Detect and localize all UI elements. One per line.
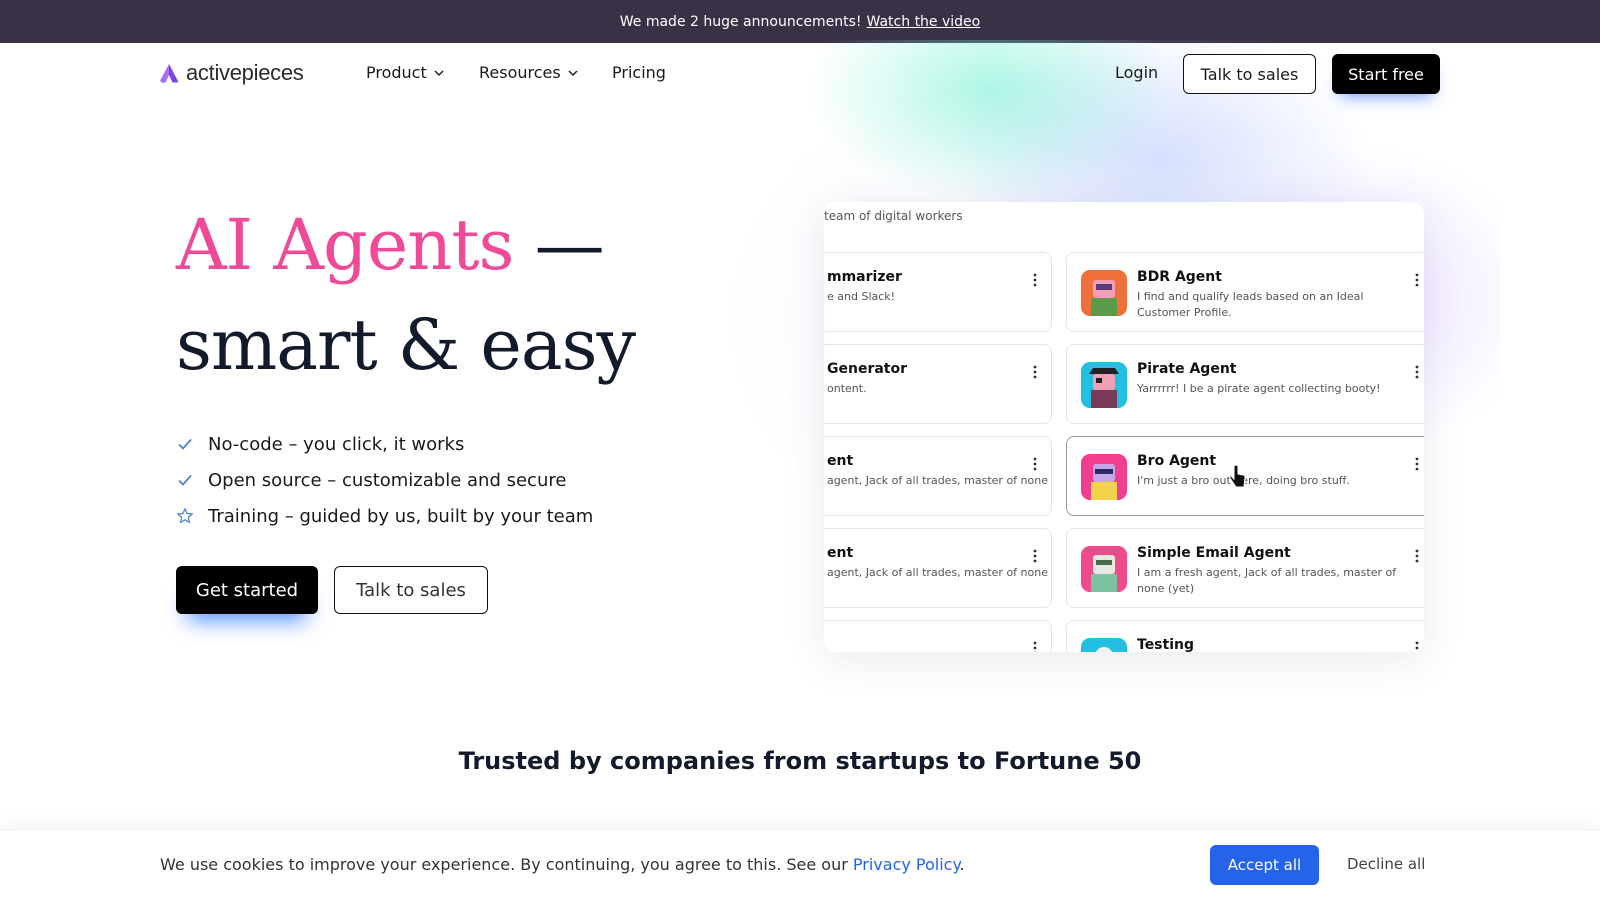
nav-pricing[interactable]: Pricing	[612, 63, 666, 82]
more-options-icon[interactable]	[1033, 364, 1037, 380]
agent-avatar	[1081, 454, 1127, 500]
nav-resources-label: Resources	[479, 63, 561, 82]
agent-description: I am a fresh agent, Jack of all trades, …	[1137, 566, 1397, 595]
agent-card-simple-email[interactable]: Simple Email Agent I am a fresh agent, J…	[1066, 528, 1424, 608]
announcement-text: We made 2 huge announcements!	[619, 13, 862, 30]
more-options-icon[interactable]	[1033, 272, 1037, 288]
more-options-icon[interactable]	[1415, 548, 1419, 564]
agent-name: Testing	[1137, 637, 1194, 652]
agent-name: Pirate Agent	[1137, 361, 1237, 377]
chevron-down-icon	[568, 69, 578, 76]
more-options-icon[interactable]	[1415, 640, 1419, 652]
nav-pricing-label: Pricing	[612, 63, 666, 82]
pirate-avatar-icon	[1081, 362, 1127, 408]
hero-title-highlight: AI Agents	[176, 204, 514, 286]
talk-to-sales-hero-button[interactable]: Talk to sales	[334, 566, 488, 614]
accept-all-button[interactable]: Accept all	[1210, 845, 1319, 885]
more-options-icon[interactable]	[1415, 456, 1419, 472]
check-icon	[178, 474, 192, 486]
agent-card[interactable]: Generator ontent.	[824, 344, 1052, 424]
hero-title-line2: smart & easy	[176, 304, 636, 386]
feature-item: Open source – customizable and secure	[176, 462, 593, 498]
agents-column-right: BDR Agent I find and qualify leads based…	[1066, 252, 1424, 652]
hero-title-dash: —	[513, 204, 605, 286]
agent-name: ent	[827, 453, 854, 469]
agent-description: ontent.	[827, 382, 867, 395]
agent-description: I find and qualify leads based on an Ide…	[1137, 290, 1364, 319]
agent-card[interactable]: mmarizer e and Slack!	[824, 252, 1052, 332]
agent-card[interactable]: ent agent, Jack of all trades, master of…	[824, 436, 1052, 516]
more-options-icon[interactable]	[1415, 272, 1419, 288]
agent-name: BDR Agent	[1137, 269, 1222, 285]
cookie-text: We use cookies to improve your experienc…	[160, 855, 965, 874]
agent-name: Bro Agent	[1137, 453, 1217, 469]
star-outline-icon	[176, 507, 194, 524]
feature-item: Training – guided by us, built by your t…	[176, 498, 593, 534]
feature-text: No-code – you click, it works	[208, 433, 465, 455]
agents-panel: team of digital workers mmarizer e and S…	[824, 202, 1424, 652]
agent-avatar	[1081, 270, 1127, 316]
check-icon	[178, 438, 192, 450]
bro-avatar-icon	[1081, 454, 1127, 500]
agent-name: Generator	[827, 361, 908, 377]
privacy-policy-link[interactable]: Privacy Policy	[853, 855, 960, 874]
more-options-icon[interactable]	[1033, 456, 1037, 472]
agent-card-bdr[interactable]: BDR Agent I find and qualify leads based…	[1066, 252, 1424, 332]
agent-description: agent, Jack of all trades, master of non…	[827, 474, 1048, 487]
nav-resources[interactable]: Resources	[479, 63, 579, 82]
talk-to-sales-nav-button[interactable]: Talk to sales	[1183, 54, 1316, 94]
agent-avatar	[1081, 546, 1127, 592]
get-started-button[interactable]: Get started	[176, 566, 318, 614]
top-nav: activepieces Product Resources Pricing L…	[0, 43, 1600, 105]
more-options-icon[interactable]	[1415, 364, 1419, 380]
agent-description: Yarrrrrr! I be a pirate agent collecting…	[1137, 382, 1381, 395]
nav-product-label: Product	[366, 63, 427, 82]
activepieces-logo-icon	[160, 64, 179, 83]
testing-avatar-icon	[1081, 638, 1127, 652]
logo-text: activepieces	[186, 60, 304, 85]
agent-description: agent, Jack of all trades, master of non…	[827, 566, 1048, 579]
cookie-banner: We use cookies to improve your experienc…	[0, 829, 1600, 900]
agent-name: Simple Email Agent	[1137, 545, 1291, 561]
feature-text: Open source – customizable and secure	[208, 469, 567, 491]
agent-card-pirate[interactable]: Pirate Agent Yarrrrrr! I be a pirate age…	[1066, 344, 1424, 424]
start-free-button[interactable]: Start free	[1332, 54, 1440, 94]
agent-name: mmarizer	[827, 269, 902, 285]
agent-card[interactable]	[824, 620, 1052, 652]
feature-list: No-code – you click, it works Open sourc…	[176, 426, 593, 534]
watch-video-link[interactable]: Watch the video	[867, 14, 981, 30]
more-options-icon[interactable]	[1033, 548, 1037, 564]
announcement-bar: We made 2 huge announcements! Watch the …	[0, 0, 1600, 43]
more-options-icon[interactable]	[1033, 640, 1037, 652]
hero-title: AI Agents — smart & easy	[176, 195, 636, 395]
panel-subtitle: team of digital workers	[824, 209, 963, 223]
agent-name: ent	[827, 545, 854, 561]
agents-column-left: mmarizer e and Slack! Generator ontent. …	[824, 252, 1052, 652]
login-link[interactable]: Login	[1115, 63, 1158, 82]
robot-avatar-icon	[1081, 270, 1127, 316]
decline-all-button[interactable]: Decline all	[1347, 855, 1425, 873]
cookie-message: We use cookies to improve your experienc…	[160, 855, 848, 874]
trusted-heading: Trusted by companies from startups to Fo…	[458, 747, 1142, 775]
nav-product[interactable]: Product	[366, 63, 445, 82]
agent-card-testing[interactable]: Testing	[1066, 620, 1424, 652]
logo[interactable]: activepieces	[158, 60, 304, 86]
email-avatar-icon	[1081, 546, 1127, 592]
feature-text: Training – guided by us, built by your t…	[208, 505, 594, 527]
feature-item: No-code – you click, it works	[176, 426, 593, 462]
agent-description: I'm just a bro out here, doing bro stuff…	[1137, 474, 1350, 487]
agent-card[interactable]: ent agent, Jack of all trades, master of…	[824, 528, 1052, 608]
agent-description: e and Slack!	[827, 290, 896, 303]
chevron-down-icon	[434, 69, 444, 76]
cursor-hand-icon	[1229, 464, 1246, 488]
cookie-period: .	[959, 855, 965, 874]
agent-avatar	[1081, 362, 1127, 408]
agent-avatar	[1081, 638, 1127, 652]
